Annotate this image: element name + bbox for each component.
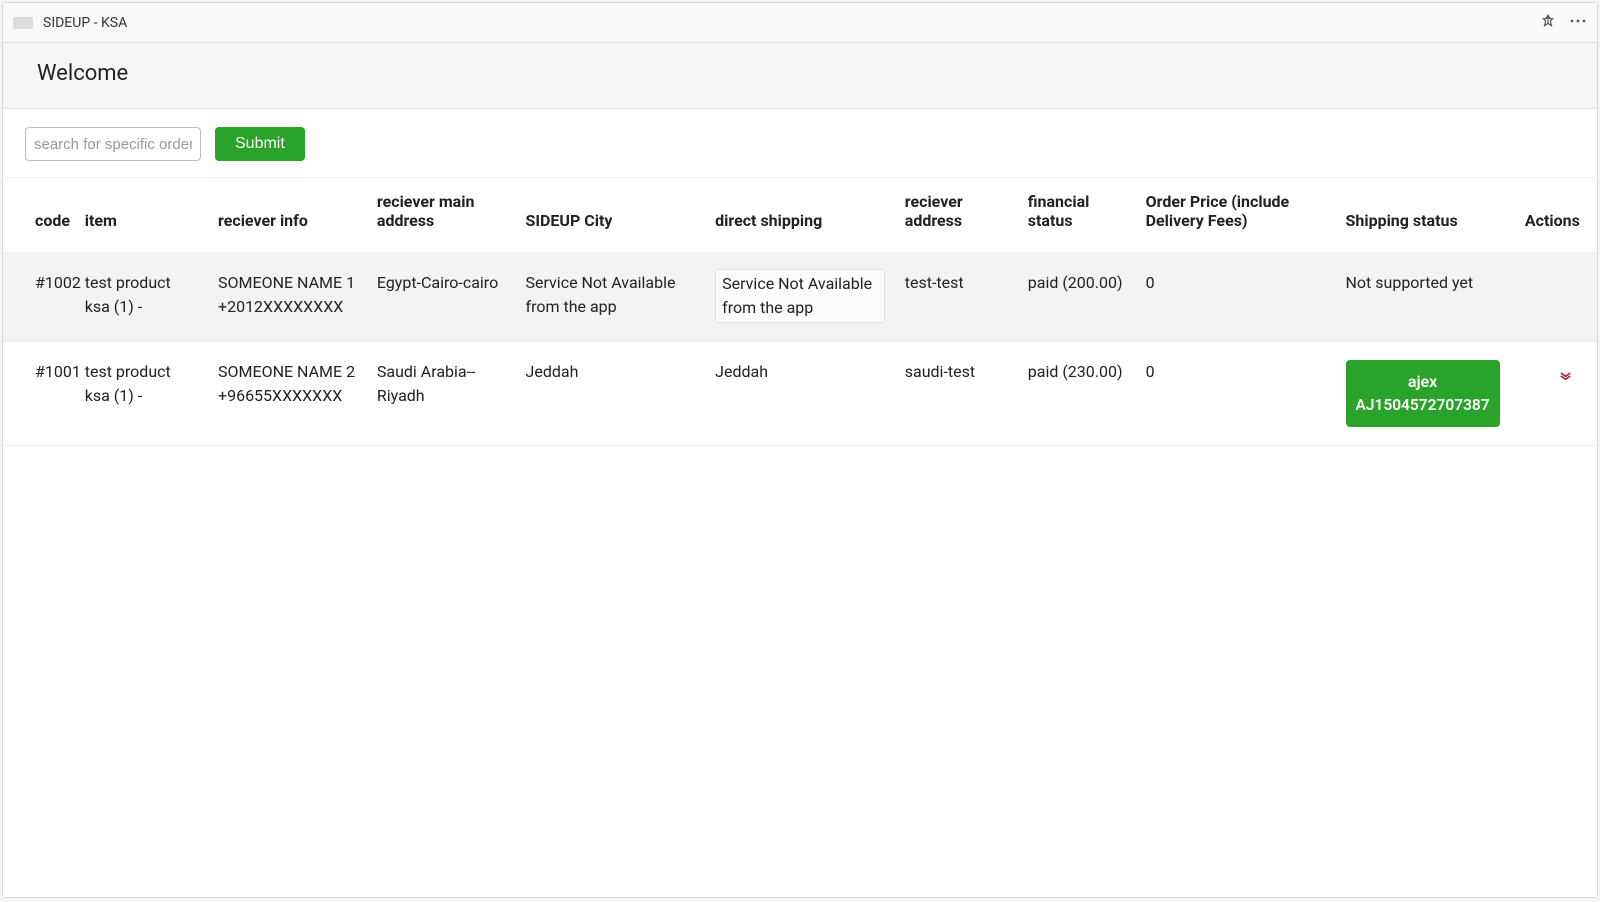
- cell-shipping-status: ajex AJ1504572707387: [1336, 342, 1515, 446]
- th-order-price: Order Price (include Delivery Fees): [1136, 178, 1336, 253]
- cell-reciever-info: SOMEONE NAME 2 +96655XXXXXXX: [208, 342, 367, 446]
- search-input[interactable]: [25, 127, 201, 161]
- shipping-status-badge[interactable]: ajex AJ1504572707387: [1346, 360, 1500, 427]
- th-item: item: [75, 178, 208, 253]
- cell-reciever-address: test-test: [895, 253, 1018, 342]
- shipping-status-text: Not supported yet: [1346, 273, 1474, 292]
- cell-financial-status: paid (230.00): [1018, 342, 1136, 446]
- more-icon[interactable]: [1569, 14, 1587, 32]
- direct-shipping-dropdown[interactable]: Service Not Available from the app: [715, 269, 885, 323]
- app-logo-icon: [13, 17, 33, 29]
- cell-code: #1002: [3, 253, 75, 342]
- th-shipping-status: Shipping status: [1336, 178, 1515, 253]
- submit-button[interactable]: Submit: [215, 127, 305, 161]
- cell-actions: [1515, 253, 1597, 342]
- th-reciever-info: reciever info: [208, 178, 367, 253]
- cell-sideup-city: Service Not Available from the app: [516, 253, 706, 342]
- app-title: SIDEUP - KSA: [43, 15, 127, 31]
- cell-order-price: 0: [1136, 253, 1336, 342]
- cell-code: #1001: [3, 342, 75, 446]
- th-financial-status: financial status: [1018, 178, 1136, 253]
- cell-reciever-main-address: Egypt-Cairo-cairo: [367, 253, 516, 342]
- cell-order-price: 0: [1136, 342, 1336, 446]
- orders-table: code item reciever info reciever main ad…: [3, 178, 1597, 446]
- cell-actions: ⌄⌄: [1515, 342, 1597, 446]
- page-title: Welcome: [37, 61, 1563, 86]
- welcome-section: Welcome: [3, 43, 1597, 109]
- table-row: #1001 test product ksa (1) - SOMEONE NAM…: [3, 342, 1597, 446]
- table-header-row: code item reciever info reciever main ad…: [3, 178, 1597, 253]
- cell-reciever-info: SOMEONE NAME 1 +2012XXXXXXXX: [208, 253, 367, 342]
- th-code: code: [3, 178, 75, 253]
- expand-row-icon[interactable]: ⌄⌄: [1558, 367, 1573, 379]
- shipping-carrier: ajex: [1356, 370, 1490, 394]
- cell-financial-status: paid (200.00): [1018, 253, 1136, 342]
- table-row: #1002 test product ksa (1) - SOMEONE NAM…: [3, 253, 1597, 342]
- search-toolbar: Submit: [3, 109, 1597, 178]
- th-sideup-city: SIDEUP City: [516, 178, 706, 253]
- cell-direct-shipping: Jeddah: [705, 342, 895, 446]
- cell-item: test product ksa (1) -: [75, 253, 208, 342]
- cell-reciever-main-address: Saudi Arabia--Riyadh: [367, 342, 516, 446]
- app-titlebar: SIDEUP - KSA: [3, 3, 1597, 43]
- th-reciever-address: reciever address: [895, 178, 1018, 253]
- cell-sideup-city: Jeddah: [516, 342, 706, 446]
- shipping-tracking: AJ1504572707387: [1356, 394, 1490, 417]
- th-actions: Actions: [1515, 178, 1597, 253]
- th-reciever-main-address: reciever main address: [367, 178, 516, 253]
- cell-item: test product ksa (1) -: [75, 342, 208, 446]
- th-direct-shipping: direct shipping: [705, 178, 895, 253]
- orders-table-wrap: code item reciever info reciever main ad…: [3, 178, 1597, 897]
- cell-direct-shipping: Service Not Available from the app: [705, 253, 895, 342]
- pin-icon[interactable]: [1541, 14, 1555, 32]
- cell-reciever-address: saudi-test: [895, 342, 1018, 446]
- cell-shipping-status: Not supported yet: [1336, 253, 1515, 342]
